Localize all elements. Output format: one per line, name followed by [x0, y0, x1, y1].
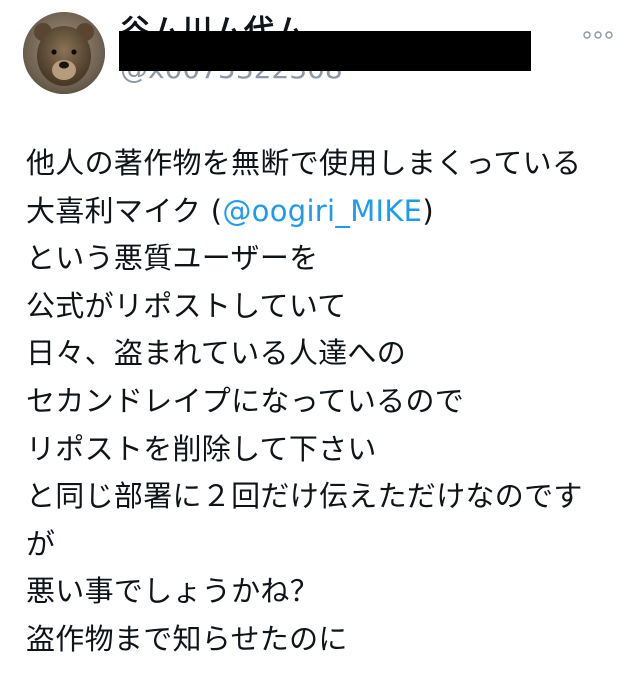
post-text-line: という悪質ユーザーを [26, 241, 319, 276]
more-horizontal-icon [583, 31, 613, 39]
post-text-line: 大喜利マイク (@oogiri_MIKE) [26, 188, 626, 236]
post-text-line: 公式がリポストしていて [26, 288, 347, 323]
avatar[interactable] [23, 12, 105, 94]
more-options-button[interactable] [578, 20, 618, 50]
post-text-line: リポストを削除して下さい [26, 431, 377, 466]
post-text-line: 他人の著作物を無断で使用しまくっている [26, 146, 582, 180]
mention-link[interactable]: @oogiri_MIKE [222, 194, 422, 228]
post-text-segment: 大喜利マイク ( [26, 193, 223, 228]
post-text-line: 盗作物まで知らせたのに [26, 621, 348, 656]
post-text-segment: ) [422, 193, 434, 228]
post-text-line: 日々、盗まれている人達への [26, 336, 407, 371]
bear-avatar-image [23, 12, 105, 94]
post: 谷ム川ム代ム @x0075322308 他人の著作物を無断で使用しまくっている … [0, 0, 638, 675]
post-text: 他人の著作物を無断で使用しまくっている 大喜利マイク (@oogiri_MIKE… [26, 140, 626, 664]
post-text-line: が [26, 526, 56, 561]
redaction-bar [119, 31, 531, 71]
post-text-line: と同じ部署に２回だけ伝えただけなのです [26, 479, 583, 514]
post-text-line: 悪い事でしょうかね？ [26, 574, 320, 609]
post-text-line: セカンドレイプになっているので [26, 383, 465, 418]
